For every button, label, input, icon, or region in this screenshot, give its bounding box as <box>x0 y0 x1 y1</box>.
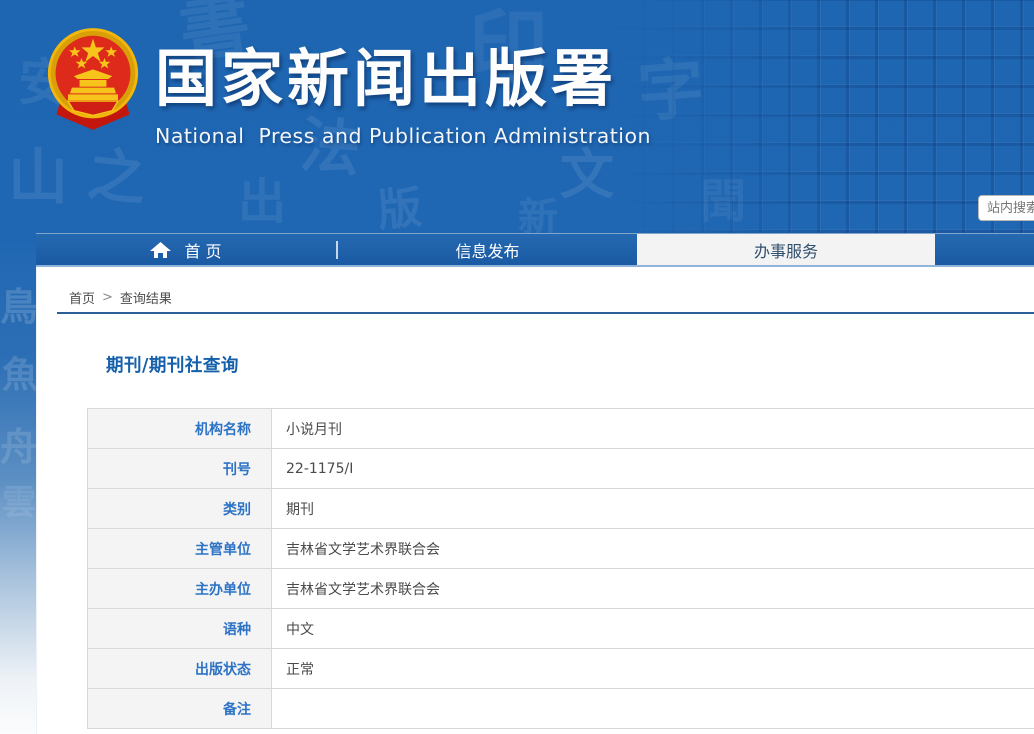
nav-item-home[interactable]: 首 页 <box>36 234 336 265</box>
site-subtitle: National Press and Publication Administr… <box>155 124 651 148</box>
row-value: 中文 <box>272 609 1034 649</box>
query-result-table: 机构名称 小说月刊 刊号 22-1175/I 类别 期刊 主管单位 吉林省文学艺… <box>87 408 1034 729</box>
national-emblem-icon <box>45 26 141 132</box>
table-row: 刊号 22-1175/I <box>88 449 1034 489</box>
row-label: 类别 <box>88 489 272 529</box>
row-value: 22-1175/I <box>272 449 1034 489</box>
row-label: 机构名称 <box>88 409 272 449</box>
row-label: 备注 <box>88 689 272 729</box>
table-row: 出版状态 正常 <box>88 649 1034 689</box>
row-value: 期刊 <box>272 489 1034 529</box>
nav-item-info[interactable]: 信息发布 <box>338 234 637 265</box>
nav-home-label: 首 页 <box>184 238 221 262</box>
site-header: 国家新闻出版署 National Press and Publication A… <box>0 0 1034 233</box>
breadcrumb-current: 查询结果 <box>120 288 172 307</box>
nav-services-label: 办事服务 <box>754 238 818 262</box>
page-title: 期刊/期刊社查询 <box>106 352 239 377</box>
site-search-input[interactable] <box>978 195 1034 221</box>
table-row: 主管单位 吉林省文学艺术界联合会 <box>88 529 1034 569</box>
row-value <box>272 689 1034 729</box>
breadcrumb: 首页 > 查询结果 <box>69 288 172 307</box>
site-title[interactable]: 国家新闻出版署 <box>155 28 651 118</box>
row-value: 正常 <box>272 649 1034 689</box>
table-row: 语种 中文 <box>88 609 1034 649</box>
nav-tab-services[interactable]: 办事服务 <box>637 234 935 265</box>
table-row: 备注 <box>88 689 1034 729</box>
table-row: 主办单位 吉林省文学艺术界联合会 <box>88 569 1034 609</box>
row-value: 吉林省文学艺术界联合会 <box>272 569 1034 609</box>
row-label: 主管单位 <box>88 529 272 569</box>
row-label: 刊号 <box>88 449 272 489</box>
row-label: 主办单位 <box>88 569 272 609</box>
table-row: 类别 期刊 <box>88 489 1034 529</box>
breadcrumb-divider <box>57 312 1034 314</box>
nav-info-label: 信息发布 <box>455 238 519 262</box>
row-label: 出版状态 <box>88 649 272 689</box>
breadcrumb-separator: > <box>102 290 113 305</box>
nav-filler <box>935 234 1034 265</box>
row-value: 吉林省文学艺术界联合会 <box>272 529 1034 569</box>
home-icon <box>150 242 171 258</box>
content-panel: 首页 > 查询结果 期刊/期刊社查询 机构名称 小说月刊 刊号 22-1175/… <box>36 267 1034 734</box>
row-label: 语种 <box>88 609 272 649</box>
main-nav: 首 页 信息发布 办事服务 <box>36 233 1034 267</box>
breadcrumb-home-link[interactable]: 首页 <box>69 288 95 307</box>
row-value: 小说月刊 <box>272 409 1034 449</box>
table-row: 机构名称 小说月刊 <box>88 409 1034 449</box>
site-banner: 国家新闻出版署 National Press and Publication A… <box>155 28 651 148</box>
